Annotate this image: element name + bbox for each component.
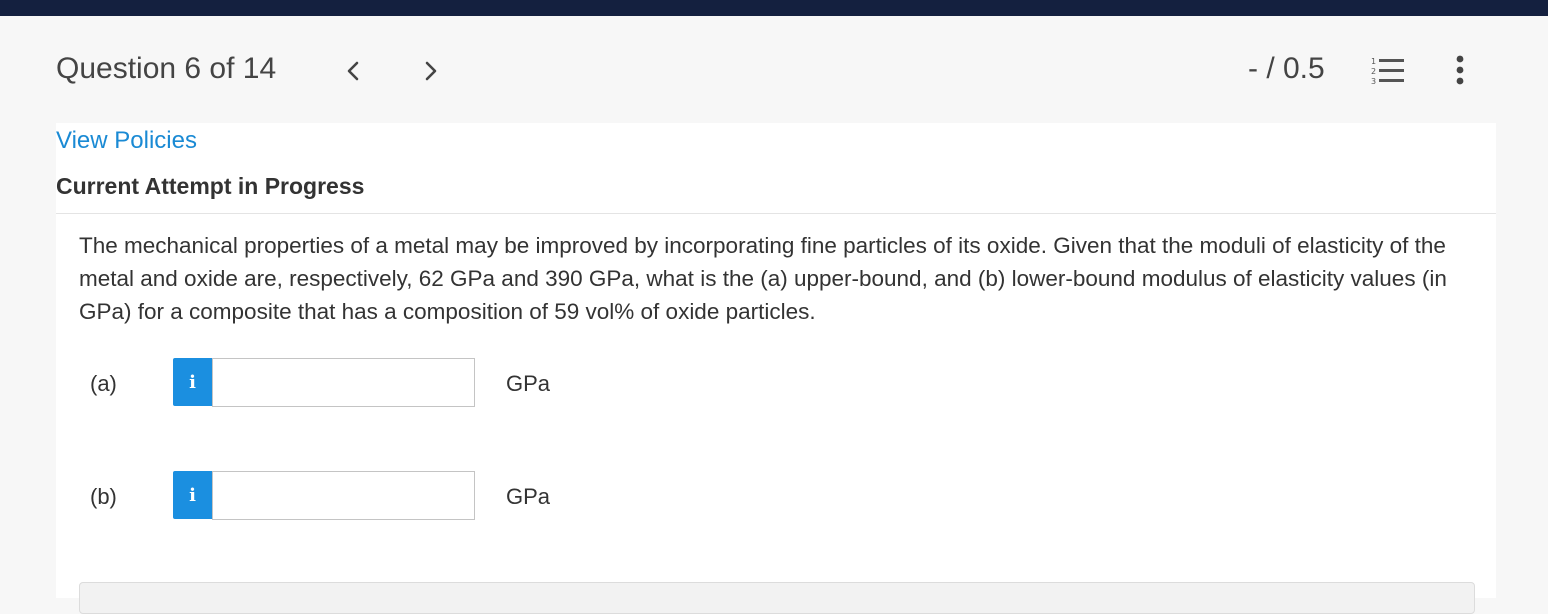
question-text: The mechanical properties of a metal may… — [79, 233, 1447, 324]
part-a-label: (a) — [90, 371, 117, 396]
attempt-status: Current Attempt in Progress — [56, 173, 365, 199]
chevron-left-icon — [347, 61, 359, 81]
info-icon: i — [189, 371, 196, 393]
more-vertical-icon — [1456, 55, 1464, 85]
part-b-info-button[interactable]: i — [173, 471, 212, 519]
view-policies-link[interactable]: View Policies — [56, 127, 197, 155]
question-title: Question 6 of 14 — [56, 52, 277, 85]
score-display: - / 0.5 — [1248, 52, 1325, 85]
part-a-answer-input[interactable] — [212, 358, 475, 407]
question-header: Question 6 of 14 - / 0.5 1 2 3 — [0, 16, 1548, 123]
top-bar — [0, 0, 1548, 16]
part-a-info-button[interactable]: i — [173, 358, 212, 406]
svg-text:1: 1 — [1371, 57, 1376, 66]
part-a-unit: GPa — [506, 371, 551, 396]
part-b-label: (b) — [90, 484, 117, 509]
more-options-button[interactable] — [1448, 54, 1472, 86]
question-list-button[interactable]: 1 2 3 — [1370, 54, 1406, 86]
question-content: View Policies Current Attempt in Progres… — [56, 123, 1496, 614]
svg-text:3: 3 — [1371, 77, 1376, 86]
numbered-list-icon: 1 2 3 — [1371, 57, 1404, 86]
part-b-unit: GPa — [506, 484, 551, 509]
svg-text:2: 2 — [1371, 67, 1376, 76]
info-icon: i — [189, 484, 196, 506]
answer-panel — [79, 582, 1475, 614]
previous-question-button[interactable] — [338, 56, 368, 86]
chevron-right-icon — [425, 61, 437, 81]
divider — [56, 213, 1496, 214]
part-b-answer-input[interactable] — [212, 471, 475, 520]
next-question-button[interactable] — [416, 56, 446, 86]
